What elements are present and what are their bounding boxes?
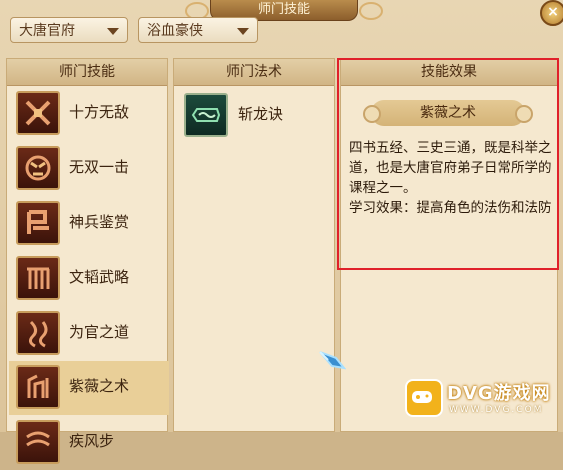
watermark: DVG游戏网 WWW.DVG.COM: [405, 375, 561, 425]
class-dropdown[interactable]: 浴血豪侠: [138, 17, 258, 43]
skill-item-label: 无双一击: [69, 158, 130, 176]
skill-item-label: 紫薇之术: [69, 377, 130, 395]
highlight-annotation: [337, 58, 559, 270]
magic-panel: 师门法术 斩龙诀: [173, 58, 335, 432]
sect-dropdown-value: 大唐官府: [19, 23, 75, 39]
gate-icon: [16, 256, 60, 300]
chevron-down-icon: [107, 28, 119, 35]
magic-item-label: 斩龙诀: [238, 105, 284, 123]
skill-item-jifeng[interactable]: 疾风步: [9, 416, 169, 470]
close-icon: ×: [547, 4, 559, 20]
weapon-rack-icon: [16, 201, 60, 245]
dragon-slash-icon: [184, 93, 228, 137]
skill-item-label: 神兵鉴赏: [69, 213, 130, 231]
watermark-url: WWW.DVG.COM: [449, 405, 544, 415]
skill-item-wentao[interactable]: 文韬武略: [9, 252, 169, 306]
skill-item-shifang[interactable]: 十方无敌: [9, 87, 169, 141]
magic-item-zhanlong[interactable]: 斩龙诀: [176, 87, 336, 141]
skills-panel: 师门技能 十方无敌 无双一击 神兵鉴赏 文韬武略 为官之道 紫薇之术 疾风步: [6, 58, 169, 464]
chevron-down-icon: [237, 28, 249, 35]
skill-item-label: 文韬武略: [69, 268, 130, 286]
skill-window: 师门技能 × 大唐官府 浴血豪侠 师门技能 十方无敌 无双一击 神兵鉴赏 文韬武…: [0, 0, 563, 464]
watermark-brand: DVG游戏网: [447, 383, 551, 404]
skill-item-ziwei[interactable]: 紫薇之术: [9, 361, 169, 415]
crossed-blades-icon: [16, 91, 60, 135]
skill-item-label: 为官之道: [69, 323, 130, 341]
class-dropdown-value: 浴血豪侠: [147, 23, 203, 39]
gem-cursor-icon: [318, 348, 347, 372]
skill-item-wushuang[interactable]: 无双一击: [9, 142, 169, 196]
rune-icon: [16, 365, 60, 409]
skills-panel-header: 师门技能: [7, 59, 167, 86]
beast-face-icon: [16, 146, 60, 190]
skill-item-shenbing[interactable]: 神兵鉴赏: [9, 197, 169, 251]
sect-dropdown[interactable]: 大唐官府: [10, 17, 128, 43]
close-button[interactable]: ×: [540, 0, 563, 26]
magic-panel-header: 师门法术: [174, 59, 334, 86]
scroll-icon: [16, 311, 60, 355]
wind-step-icon: [16, 420, 60, 464]
skill-item-label: 疾风步: [69, 432, 115, 450]
skill-item-weiguan[interactable]: 为官之道: [9, 307, 169, 361]
skill-item-label: 十方无敌: [69, 103, 130, 121]
gamepad-logo-icon: [405, 379, 443, 417]
